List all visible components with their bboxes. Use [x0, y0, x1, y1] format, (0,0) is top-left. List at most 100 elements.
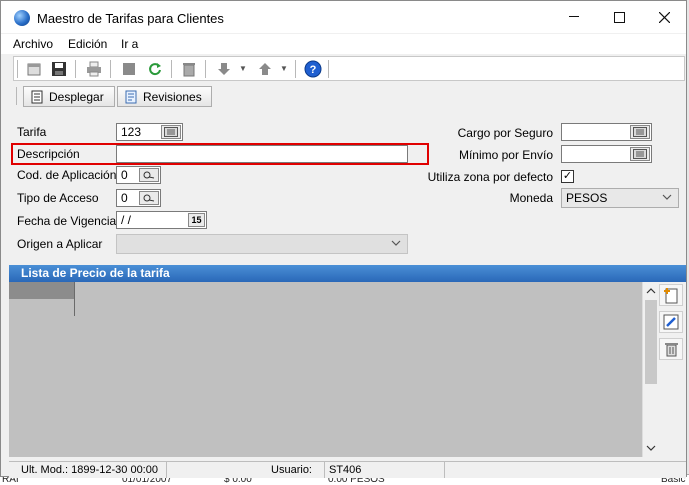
- arrow-down-icon: [218, 63, 230, 75]
- delete-row-button[interactable]: [659, 338, 683, 360]
- price-list-header: Lista de Precio de la tarifa: [9, 265, 686, 282]
- chevron-down-icon[interactable]: ▼: [280, 64, 288, 73]
- title-bar[interactable]: Maestro de Tarifas para Clientes: [1, 1, 686, 33]
- move-down-button[interactable]: [214, 59, 234, 79]
- save-button[interactable]: [49, 59, 69, 79]
- descripcion-highlight-box: [11, 143, 429, 165]
- cod-aplicacion-field[interactable]: 0: [116, 166, 161, 184]
- moneda-label: Moneda: [509, 191, 553, 205]
- minimo-envio-field[interactable]: [561, 145, 652, 163]
- minimize-icon: [569, 16, 579, 17]
- toolbar: ▼ ▼ ?: [13, 56, 685, 81]
- grid-header-cell[interactable]: [9, 282, 75, 299]
- stop-button[interactable]: [119, 59, 139, 79]
- new-button[interactable]: [24, 59, 44, 79]
- scroll-thumb[interactable]: [645, 300, 657, 384]
- toolbar-separator: [110, 60, 111, 78]
- cod-aplicacion-label: Cod. de Aplicación: [17, 168, 117, 182]
- grid-column-divider: [74, 282, 75, 316]
- calculator-icon: [164, 127, 178, 137]
- save-disk-icon: [52, 62, 66, 76]
- tipo-acceso-lookup-button[interactable]: [139, 191, 159, 205]
- maximize-icon: [613, 11, 625, 23]
- origen-aplicar-select[interactable]: [116, 234, 408, 254]
- tipo-acceso-value: 0: [121, 191, 128, 205]
- svg-text:?: ?: [310, 64, 317, 76]
- window-title: Maestro de Tarifas para Clientes: [37, 11, 224, 26]
- print-button[interactable]: [84, 59, 104, 79]
- menu-archivo[interactable]: Archivo: [13, 37, 53, 51]
- desplegar-label: Desplegar: [49, 89, 104, 104]
- tarifa-field[interactable]: 123: [116, 123, 183, 141]
- app-globe-icon: [14, 10, 30, 26]
- new-document-icon: [27, 63, 41, 76]
- calendar-button[interactable]: 15: [188, 213, 205, 227]
- origen-aplicar-label: Origen a Aplicar: [17, 237, 103, 251]
- edit-row-button[interactable]: [659, 311, 683, 333]
- tipo-acceso-label: Tipo de Acceso: [17, 191, 99, 205]
- calculator-icon: [633, 127, 647, 137]
- new-page-icon: [664, 288, 678, 304]
- user-label-status: Usuario:: [167, 462, 325, 478]
- calendar-icon: 15: [191, 215, 202, 225]
- cod-aplicacion-lookup-button[interactable]: [139, 168, 159, 182]
- maximize-button[interactable]: [596, 1, 642, 33]
- toolbar-grip: [17, 60, 18, 78]
- desplegar-button[interactable]: Desplegar: [23, 86, 115, 107]
- move-up-button[interactable]: [255, 59, 275, 79]
- status-bar: Ult. Mod.: 1899-12-30 00:00 Usuario: ST4…: [9, 461, 686, 478]
- add-row-button[interactable]: [659, 284, 683, 306]
- menu-edicion[interactable]: Edición: [68, 37, 107, 51]
- fecha-vigencia-value: / /: [121, 213, 132, 227]
- cargo-seguro-calculator-button[interactable]: [630, 125, 650, 139]
- revisions-icon: [125, 90, 137, 103]
- refresh-button[interactable]: [145, 59, 165, 79]
- cargo-seguro-label: Cargo por Seguro: [457, 126, 553, 140]
- cod-aplicacion-value: 0: [121, 168, 128, 182]
- minimo-envio-calculator-button[interactable]: [630, 147, 650, 161]
- toolbar-separator: [205, 60, 206, 78]
- tarifa-value: 123: [121, 125, 142, 139]
- help-question-icon: ?: [304, 60, 322, 78]
- document-icon: [31, 90, 43, 103]
- close-button[interactable]: [641, 1, 687, 33]
- toolbar-separator: [328, 60, 329, 78]
- zona-defecto-checkbox[interactable]: ✓: [561, 170, 574, 183]
- toolbar-separator: [75, 60, 76, 78]
- scroll-down-icon[interactable]: [643, 440, 659, 456]
- checkmark-icon: ✓: [562, 170, 573, 182]
- delete-button[interactable]: [179, 59, 199, 79]
- tarifa-calculator-button[interactable]: [161, 125, 181, 139]
- trash-icon: [665, 343, 678, 357]
- chevron-down-icon: [662, 191, 672, 203]
- moneda-select[interactable]: PESOS: [561, 188, 679, 208]
- fecha-vigencia-field[interactable]: / / 15: [116, 211, 207, 229]
- toolbar-separator: [295, 60, 296, 78]
- tipo-acceso-field[interactable]: 0: [116, 189, 161, 207]
- chevron-down-icon[interactable]: ▼: [239, 64, 247, 73]
- grid-vertical-scrollbar[interactable]: [642, 282, 658, 457]
- stop-square-icon: [123, 63, 135, 75]
- action-bar: Desplegar Revisiones: [13, 85, 685, 108]
- zona-defecto-label: Utiliza zona por defecto: [427, 170, 553, 184]
- last-modified-status: Ult. Mod.: 1899-12-30 00:00: [17, 462, 167, 478]
- trash-icon: [183, 63, 195, 77]
- moneda-value: PESOS: [566, 191, 608, 205]
- help-button[interactable]: ?: [303, 59, 323, 79]
- scroll-up-icon[interactable]: [643, 283, 659, 299]
- menu-ir-a[interactable]: Ir a: [121, 37, 138, 51]
- calculator-icon: [633, 149, 647, 159]
- revisiones-button[interactable]: Revisiones: [117, 86, 212, 107]
- minimize-button[interactable]: [551, 1, 597, 33]
- close-icon: [658, 11, 670, 23]
- main-window: Maestro de Tarifas para Clientes Archivo…: [0, 0, 687, 478]
- chevron-down-icon: [391, 237, 401, 249]
- edit-pencil-icon: [663, 314, 679, 330]
- cargo-seguro-field[interactable]: [561, 123, 652, 141]
- lookup-magnifier-icon: [143, 194, 155, 202]
- toolbar-separator: [171, 60, 172, 78]
- price-list-grid[interactable]: [9, 282, 642, 457]
- refresh-icon: [149, 63, 161, 76]
- menu-bar: Archivo Edición Ir a: [1, 34, 686, 54]
- fecha-vigencia-label: Fecha de Vigencia: [17, 214, 117, 228]
